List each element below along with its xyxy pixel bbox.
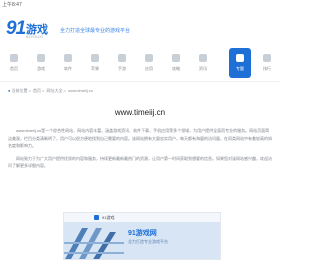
nav-item-guides[interactable]: 攻略 xyxy=(165,48,187,78)
breadcrumb-separator: > xyxy=(28,88,31,93)
page-title: www.timeiij.cn xyxy=(114,108,166,117)
banner-topbar: 91游戏 xyxy=(64,213,220,222)
nav-label: 首页 xyxy=(10,66,18,71)
breadcrumb-separator: > xyxy=(42,88,45,93)
status-time: 上午8:47 xyxy=(2,2,22,8)
breadcrumb-link-home[interactable]: 首页 xyxy=(33,88,41,93)
nav-item-software[interactable]: 软件 xyxy=(57,48,79,78)
nav-item-games[interactable]: 游戏 xyxy=(30,48,52,78)
site-slogan: 全力打造全球最专业的游戏平台 xyxy=(60,28,131,34)
article-paragraph: 网站致力于为广大用户提供优质的内容和服务，持续更新最新最热门的资源，让用户第一时… xyxy=(8,155,272,169)
banner-site-title: 91游戏 xyxy=(102,215,115,220)
banner-headline: 91游戏网 xyxy=(128,230,157,237)
article-paragraph: www.timeiij.cn是一个综合性网站，网站内容丰富，涵盖游戏资讯、软件下… xyxy=(8,128,272,148)
breadcrumb-separator: > xyxy=(63,88,66,93)
nav-item-mobile-games[interactable]: 手游 xyxy=(111,48,133,78)
logo-subtitle: 91YOUXI xyxy=(26,34,43,39)
article-icon xyxy=(236,54,244,62)
nav-item-rankings[interactable]: 排行 xyxy=(256,48,278,78)
book-icon xyxy=(172,54,180,62)
logo-number: 91 xyxy=(6,18,26,39)
status-bar: 上午8:47 xyxy=(0,0,280,10)
home-icon xyxy=(10,54,18,62)
nav-item-topics[interactable]: 专题 xyxy=(229,48,251,78)
nav-label: 应用 xyxy=(145,66,153,71)
nav-label: 攻略 xyxy=(172,66,180,71)
nav-item-home[interactable]: 首页 xyxy=(3,48,25,78)
breadcrumb-item: 当前位置 xyxy=(11,88,28,93)
gamepad-icon xyxy=(37,54,45,62)
site-preview-banner[interactable]: 91游戏 91游戏网 全力打造专业游戏平台 xyxy=(63,212,221,260)
banner-subline: 全力打造专业游戏平台 xyxy=(128,239,168,244)
apple-icon xyxy=(91,54,99,62)
nav-label: 专题 xyxy=(236,66,244,71)
site-header: 91 游戏 91YOUXI 全力打造全球最专业的游戏平台 xyxy=(0,10,280,44)
breadcrumb-link-directory[interactable]: 网址大全 xyxy=(46,88,62,93)
grid-icon xyxy=(145,54,153,62)
nav-label: 手游 xyxy=(118,66,126,71)
breadcrumb-current: www.timeiij.cn xyxy=(67,88,94,93)
rank-icon xyxy=(263,54,271,62)
nav-label: 资讯 xyxy=(199,66,207,71)
nav-label: 苹果 xyxy=(91,66,99,71)
nav-divider xyxy=(0,81,280,82)
location-icon: ● xyxy=(8,88,11,93)
banner-logo-icon xyxy=(94,215,99,220)
news-icon xyxy=(199,54,207,62)
nav-label: 排行 xyxy=(263,66,271,71)
nav-label: 软件 xyxy=(64,66,72,71)
nav-item-apps[interactable]: 应用 xyxy=(138,48,160,78)
article-body: www.timeiij.cn是一个综合性网站，网站内容丰富，涵盖游戏资讯、软件下… xyxy=(8,127,272,175)
phone-icon xyxy=(118,54,126,62)
apps-icon xyxy=(64,54,72,62)
nav-label: 游戏 xyxy=(37,66,45,71)
nav-item-news[interactable]: 资讯 xyxy=(192,48,214,78)
nav-item-apple[interactable]: 苹果 xyxy=(84,48,106,78)
breadcrumb: ● 当前位置> 首页> 网址大全> www.timeiij.cn xyxy=(8,88,93,94)
site-logo[interactable]: 91 游戏 91YOUXI xyxy=(6,18,56,42)
main-nav: 首页 游戏 软件 苹果 手游 应用 攻略 资讯 专题 排行 xyxy=(0,48,280,78)
